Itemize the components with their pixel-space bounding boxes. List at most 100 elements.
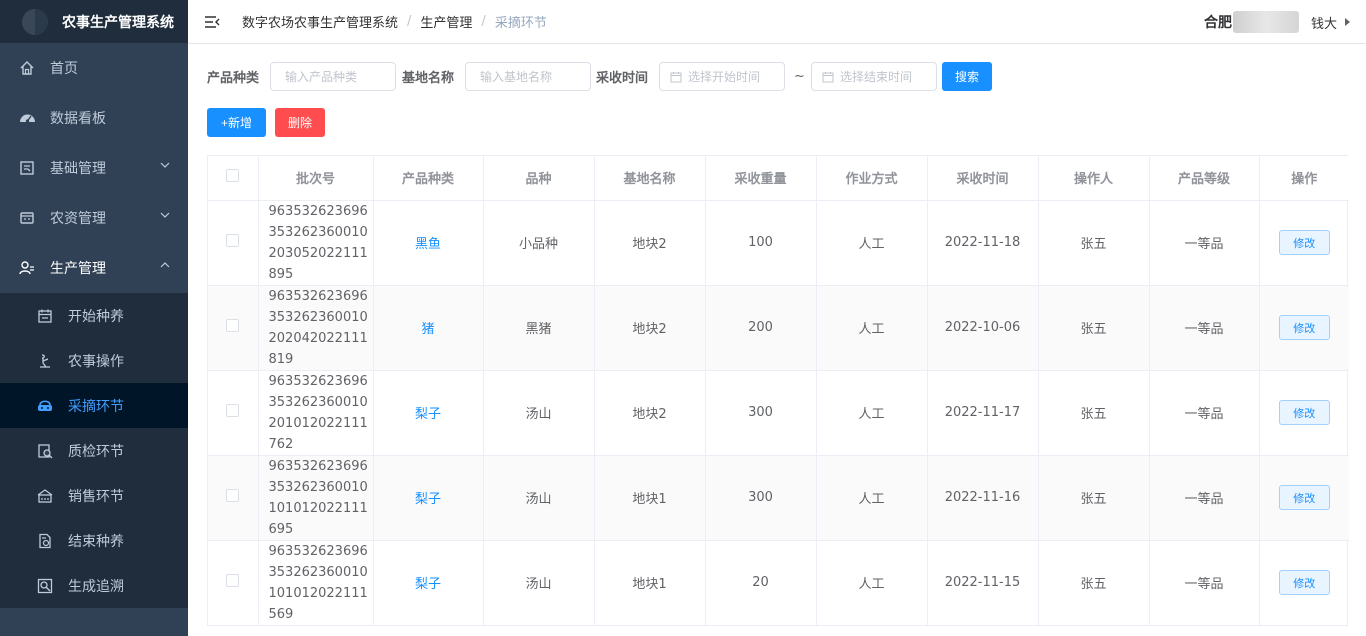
product-link[interactable]: 梨子 [415,407,441,422]
base-label: 基地名称 [402,71,455,86]
sidebar-item-harvest[interactable]: 采摘环节 [0,383,188,428]
weight-cell: 100 [705,200,817,286]
base-placeholder: 输入基地名称 [480,70,553,84]
row-select-cell [208,540,259,625]
grade-cell: 一等品 [1149,200,1260,286]
operator-cell: 张五 [1038,285,1150,371]
row-checkbox[interactable] [226,404,240,417]
home-icon [18,59,36,77]
user-name[interactable]: 钱大 [1311,13,1337,32]
variety-cell: 小品种 [483,200,595,286]
product-label: 产品种类 [207,71,260,86]
product-cell: 梨子 [373,540,484,625]
product-link[interactable]: 黑鱼 [415,237,441,252]
table-row: 963532623696353262360010201012022111762 … [208,370,1349,456]
row-checkbox[interactable] [226,574,240,588]
caret-right-icon[interactable] [1345,18,1350,26]
breadcrumb-separator: / [481,14,486,29]
select-all-checkbox[interactable] [226,169,240,183]
base-cell: 地块2 [594,200,706,286]
column-header: 操作人 [1038,156,1150,201]
row-select-cell [208,455,259,541]
start-date-input[interactable]: 选择开始时间 [659,62,786,91]
time-cell: 2022-11-18 [927,200,1039,286]
toolbar: +新增 删除 [207,108,325,137]
product-placeholder: 输入产品种类 [285,70,358,84]
sidebar-item-home[interactable]: 首页 [0,43,188,93]
sidebar-item-label: 生成追溯 [68,578,124,595]
time-label: 采收时间 [596,71,649,86]
inspect-icon [36,442,54,460]
sidebar-item-label: 数据看板 [50,111,106,127]
column-header: 采收重量 [705,156,817,201]
store-icon [36,487,54,505]
batch-number: 963532623696353262360010202042022111819 [258,285,374,371]
dashboard-icon [18,109,36,127]
table-header: 批次号 产品种类 品种 基地名称 采收重量 作业方式 采收时间 操作人 产品等级… [208,156,1349,201]
start-date-placeholder: 选择开始时间 [688,70,761,84]
user-area[interactable]: 合肥 钱大 [1204,0,1350,44]
edit-button[interactable]: 修改 [1278,485,1330,510]
search-form: 产品种类 输入产品种类 基地名称 输入基地名称 采收时间 选择开始时间 ~ 选择… [207,62,992,91]
sidebar-item-supplies[interactable]: 农资管理 [0,193,188,243]
breadcrumb-item-current: 采摘环节 [494,16,547,31]
product-input[interactable]: 输入产品种类 [270,62,397,91]
column-header: 品种 [483,156,595,201]
edit-button[interactable]: 修改 [1278,400,1330,425]
row-checkbox[interactable] [226,234,240,247]
weight-cell: 20 [705,540,817,625]
logo: 农事生产管理系统 [0,0,188,43]
sidebar-item-production[interactable]: 生产管理 [0,243,188,293]
base-cell: 地块1 [594,455,706,541]
calendar-icon [822,71,834,83]
column-header: 作业方式 [816,156,928,201]
end-date-input[interactable]: 选择结束时间 [810,62,937,91]
breadcrumb-item-home[interactable]: 数字农场农事生产管理系统 [242,12,398,31]
row-checkbox[interactable] [226,319,240,332]
sidebar-item-dashboard[interactable]: 数据看板 [0,93,188,143]
breadcrumb-item-production[interactable]: 生产管理 [420,12,472,31]
farmer-icon [36,352,54,370]
grade-cell: 一等品 [1149,540,1260,625]
variety-cell: 汤山 [483,370,595,456]
variety-cell: 黑猪 [483,285,595,371]
sidebar-item-start-farming[interactable]: 开始种养 [0,293,188,338]
select-all-cell [208,156,259,201]
batch-number: 963532623696353262360010203052022111895 [258,200,374,286]
time-cell: 2022-11-17 [927,370,1039,456]
product-cell: 猪 [373,285,484,371]
edit-button[interactable]: 修改 [1278,570,1330,596]
product-cell: 黑鱼 [373,200,484,286]
sidebar-item-farm-operation[interactable]: 农事操作 [0,338,188,383]
product-link[interactable]: 梨子 [415,492,441,507]
weight-cell: 300 [705,370,817,456]
edit-button[interactable]: 修改 [1278,230,1330,255]
batch-number: 963532623696353262360010101012022111695 [258,455,374,541]
table-row: 963532623696353262360010101012022111569 … [208,540,1349,625]
search-button[interactable]: 搜索 [941,62,992,91]
sidebar-item-base-manage[interactable]: 基础管理 [0,143,188,193]
product-link[interactable]: 猪 [421,322,434,337]
row-select-cell [208,370,259,456]
sidebar-item-finish-farming[interactable]: 结束种养 [0,518,188,563]
product-link[interactable]: 梨子 [415,577,441,592]
sidebar-item-sales[interactable]: 销售环节 [0,473,188,518]
product-cell: 梨子 [373,455,484,541]
weight-cell: 300 [705,455,817,541]
row-checkbox[interactable] [226,489,240,502]
hamburger-icon[interactable] [204,14,220,30]
action-cell: 修改 [1259,200,1349,286]
column-header: 产品种类 [373,156,484,201]
sidebar-item-label: 基础管理 [50,161,106,177]
action-cell: 修改 [1259,540,1349,625]
add-button[interactable]: +新增 [207,108,266,137]
base-input[interactable]: 输入基地名称 [465,62,592,91]
base-cell: 地块2 [594,285,706,371]
edit-button[interactable]: 修改 [1278,315,1330,340]
delete-button[interactable]: 删除 [275,108,325,137]
method-cell: 人工 [816,200,928,286]
operator-cell: 张五 [1038,200,1150,286]
sidebar-item-trace[interactable]: 生成追溯 [0,563,188,608]
column-header: 采收时间 [927,156,1039,201]
sidebar-item-inspection[interactable]: 质检环节 [0,428,188,473]
